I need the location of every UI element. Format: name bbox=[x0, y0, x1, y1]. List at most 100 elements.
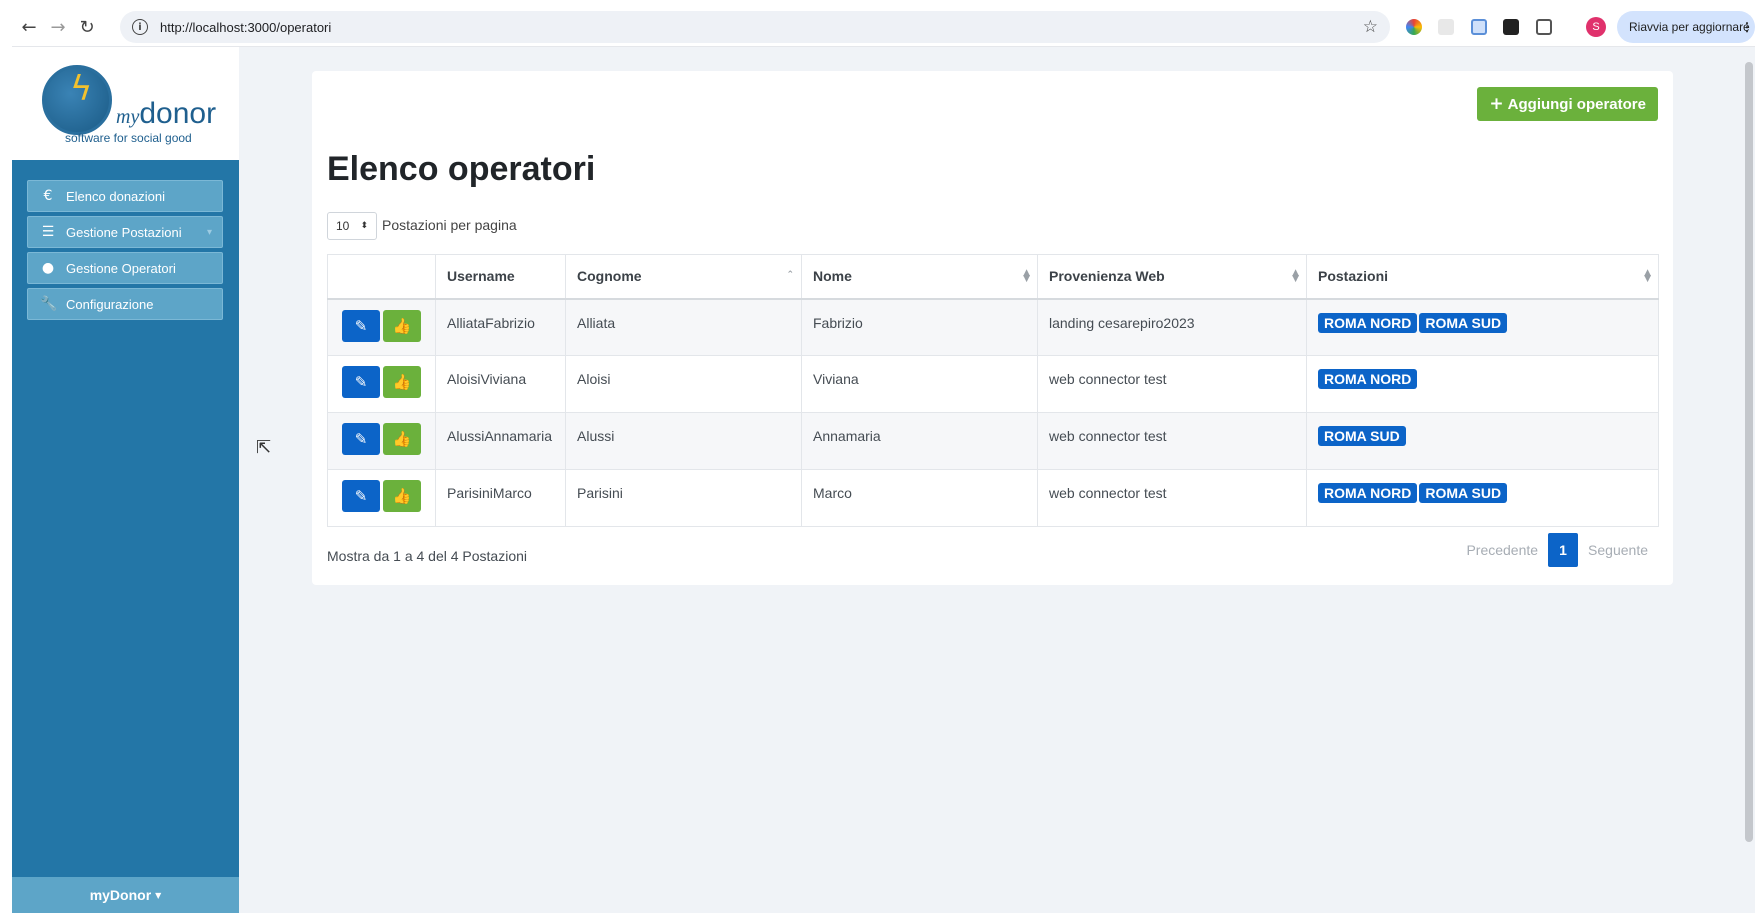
update-pill-label: Riavvia per aggiornare bbox=[1629, 20, 1750, 34]
cell-postazioni: ROMA SUD bbox=[1306, 412, 1659, 470]
list-icon: ☰ bbox=[41, 224, 55, 240]
postazione-badge: ROMA SUD bbox=[1419, 312, 1508, 333]
cell-nome: Annamaria bbox=[801, 412, 1038, 470]
page-title: Elenco operatori bbox=[327, 150, 596, 188]
pagination-page-current[interactable]: 1 bbox=[1548, 533, 1579, 567]
edit-button[interactable]: ✎ bbox=[342, 366, 380, 398]
font-extension-icon[interactable] bbox=[1503, 19, 1519, 35]
edit-button[interactable]: ✎ bbox=[342, 423, 380, 455]
row-actions: ✎ 👍 bbox=[327, 469, 436, 527]
account-menu-button[interactable]: myDonor ▼ bbox=[12, 877, 239, 913]
add-operator-button[interactable]: + Aggiungi operatore bbox=[1477, 87, 1658, 121]
row-actions: ✎ 👍 bbox=[327, 412, 436, 470]
cell-cognome: Alussi bbox=[565, 412, 802, 470]
postazione-badge: ROMA SUD bbox=[1419, 483, 1508, 503]
cell-postazioni: ROMA NORD ROMA SUD bbox=[1306, 298, 1659, 356]
wrench-icon: 🔧 bbox=[40, 296, 58, 312]
cell-postazioni: ROMA NORD ROMA SUD bbox=[1306, 469, 1659, 527]
thumbs-up-icon: 👍 bbox=[392, 430, 412, 448]
site-info-icon[interactable]: i bbox=[132, 19, 148, 35]
column-header-postazioni[interactable]: Postazioni ▲ ▼ bbox=[1306, 254, 1659, 300]
approve-button[interactable]: 👍 bbox=[383, 423, 421, 455]
cell-nome: Marco bbox=[801, 469, 1038, 527]
browser-toolbar: ← → ↻ i http://localhost:3000/operatori … bbox=[12, 7, 1755, 47]
chevron-down-icon: ▾ bbox=[206, 226, 212, 238]
approve-button[interactable]: 👍 bbox=[383, 480, 421, 512]
cell-provenienza: web connector test bbox=[1037, 412, 1307, 470]
table-row: ✎ 👍 AloisiViviana Aloisi Viviana web conn… bbox=[327, 355, 1659, 413]
operators-card: + Aggiungi operatore Elenco operatori 10… bbox=[312, 71, 1673, 585]
cell-cognome: Alliata bbox=[565, 298, 802, 356]
column-header-cognome[interactable]: Cognome ⌃ bbox=[565, 254, 802, 300]
url-text: http://localhost:3000/operatori bbox=[160, 19, 332, 35]
blank-extension-icon[interactable] bbox=[1438, 19, 1454, 35]
mouse-cursor-icon: ⇱ bbox=[256, 437, 272, 458]
profile-avatar[interactable]: S bbox=[1586, 17, 1606, 37]
cell-username: AlussiAnnamaria bbox=[435, 412, 566, 470]
postazione-badge: ROMA SUD bbox=[1318, 426, 1406, 446]
sidebar-menu: € Elenco donazioni ☰ Gestione Postazioni… bbox=[27, 180, 223, 324]
cell-username: ParisiniMarco bbox=[435, 469, 566, 527]
euro-icon: € bbox=[43, 188, 53, 204]
logo-bolt-icon: ϟ bbox=[70, 69, 93, 109]
edit-button[interactable]: ✎ bbox=[342, 480, 380, 512]
postazione-badge: ROMA NORD bbox=[1318, 312, 1418, 333]
pagination-next[interactable]: Seguente bbox=[1578, 542, 1658, 558]
cell-provenienza: landing cesarepiro2023 bbox=[1037, 298, 1307, 356]
sidebar-item-label: Elenco donazioni bbox=[66, 188, 166, 204]
update-pill-button[interactable]: Riavvia per aggiornare ⋮ bbox=[1617, 11, 1755, 43]
sidebar-item-elenco-donazioni[interactable]: € Elenco donazioni bbox=[27, 180, 223, 212]
cell-username: AlliataFabrizio bbox=[435, 298, 566, 356]
pagination-previous[interactable]: Precedente bbox=[1456, 542, 1548, 558]
cell-cognome: Aloisi bbox=[565, 355, 802, 413]
cell-username: AloisiViviana bbox=[435, 355, 566, 413]
address-bar[interactable]: i http://localhost:3000/operatori ☆ bbox=[120, 11, 1390, 43]
plus-icon: + bbox=[1489, 94, 1504, 114]
thumbs-up-icon: 👍 bbox=[392, 373, 412, 391]
cell-nome: Fabrizio bbox=[801, 298, 1038, 356]
table-header-row: Username Cognome ⌃ Nome ▲ ▼ Provenienza Web… bbox=[327, 254, 1659, 300]
page-length-select[interactable]: 10 ⬍ bbox=[327, 212, 377, 240]
reload-icon[interactable]: ↻ bbox=[72, 12, 102, 42]
account-name: myDonor bbox=[89, 887, 152, 903]
column-header-username[interactable]: Username bbox=[435, 254, 566, 300]
logo[interactable]: ϟ mydonor software for social good bbox=[12, 47, 239, 160]
thumbs-up-icon: 👍 bbox=[392, 316, 412, 335]
sort-asc-icon: ⌃ bbox=[786, 270, 794, 280]
color-extension-icon[interactable] bbox=[1406, 19, 1422, 35]
approve-button[interactable]: 👍 bbox=[383, 309, 421, 342]
approve-button[interactable]: 👍 bbox=[383, 366, 421, 398]
cell-provenienza: web connector test bbox=[1037, 355, 1307, 413]
back-icon[interactable]: ← bbox=[14, 12, 44, 42]
column-header-nome[interactable]: Nome ▲ ▼ bbox=[801, 254, 1038, 300]
edit-button[interactable]: ✎ bbox=[342, 309, 380, 342]
puzzle-extension-icon[interactable] bbox=[1536, 19, 1552, 35]
column-header-provenienza-web[interactable]: Provenienza Web ▲ ▼ bbox=[1037, 254, 1307, 300]
table-row: ✎ 👍 AlussiAnnamaria Alussi Annamaria web … bbox=[327, 412, 1659, 470]
operators-table: Username Cognome ⌃ Nome ▲ ▼ Provenienza Web… bbox=[327, 254, 1659, 527]
scrollbar[interactable] bbox=[1743, 47, 1755, 913]
cell-provenienza: web connector test bbox=[1037, 469, 1307, 527]
sidebar-item-label: Configurazione bbox=[66, 296, 154, 312]
pencil-icon: ✎ bbox=[354, 487, 368, 505]
add-operator-label: Aggiungi operatore bbox=[1507, 95, 1646, 113]
pencil-icon: ✎ bbox=[354, 430, 368, 448]
scrollbar-thumb[interactable] bbox=[1745, 62, 1753, 842]
actions-header bbox=[327, 254, 436, 300]
sidebar-item-gestione-operatori[interactable]: ● Gestione Operatori bbox=[27, 252, 223, 284]
page-length-value: 10 bbox=[336, 219, 350, 233]
logo-tagline: software for social good bbox=[65, 131, 192, 145]
sidebar-item-configurazione[interactable]: 🔧 Configurazione bbox=[27, 288, 223, 320]
tab-extension-icon[interactable] bbox=[1471, 19, 1487, 35]
select-arrows-icon: ⬍ bbox=[360, 221, 368, 231]
user-icon: ● bbox=[41, 260, 55, 276]
table-row: ✎ 👍 ParisiniMarco Parisini Marco web conn… bbox=[327, 469, 1659, 527]
sort-icon: ▲ ▼ bbox=[1292, 268, 1299, 284]
sidebar-item-gestione-postazioni[interactable]: ☰ Gestione Postazioni ▾ bbox=[27, 216, 223, 248]
app-page: ϟ mydonor software for social good € Ele… bbox=[12, 47, 1755, 913]
bookmark-star-icon[interactable]: ☆ bbox=[1363, 17, 1378, 37]
forward-icon[interactable]: → bbox=[43, 12, 73, 42]
sort-icon: ▲ ▼ bbox=[1644, 268, 1651, 284]
more-menu-icon[interactable]: ⋮ bbox=[1741, 20, 1753, 34]
table-row: ✎ 👍 AlliataFabrizio Alliata Fabrizio land… bbox=[327, 298, 1659, 356]
